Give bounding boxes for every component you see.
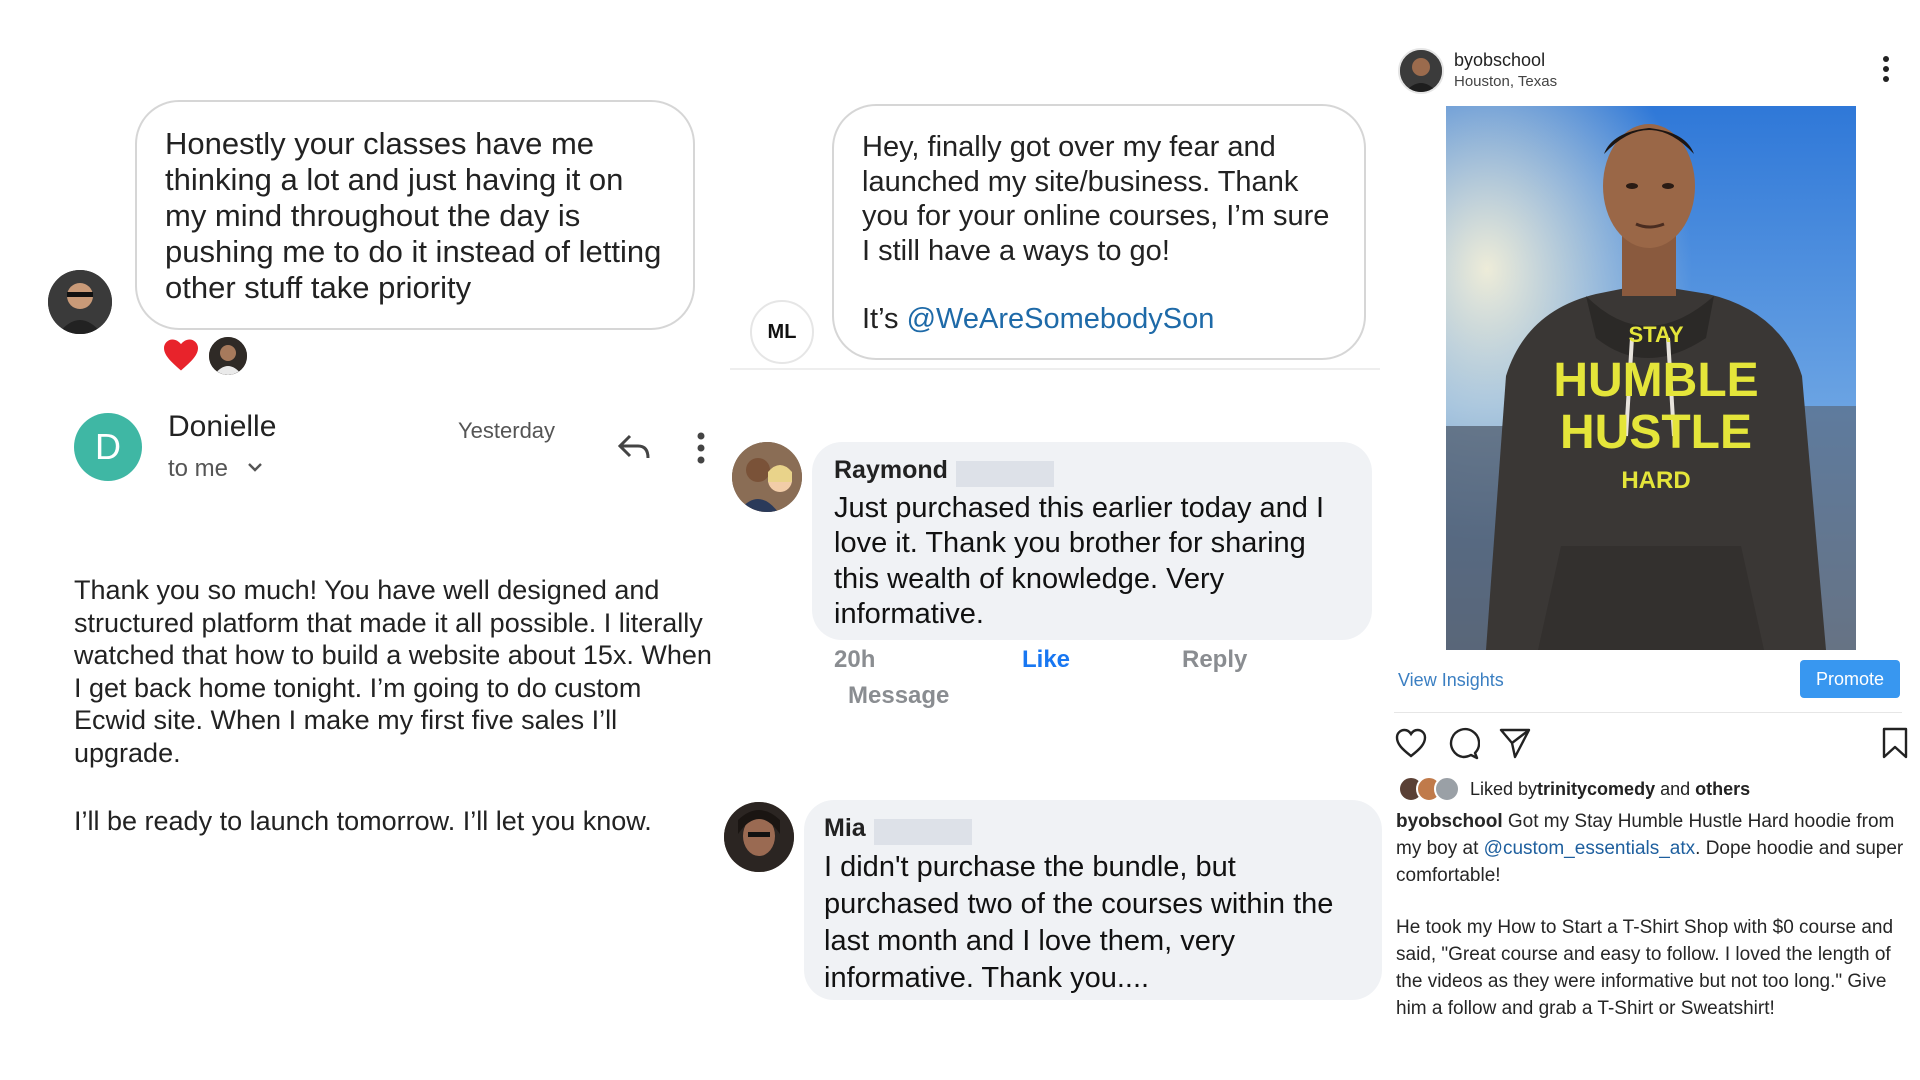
liked-and: and	[1655, 778, 1696, 799]
email-sender: Donielle	[168, 410, 277, 443]
likes-summary[interactable]: Liked by trinitycomedy and others	[1398, 776, 1750, 802]
more-vert-icon[interactable]	[696, 432, 706, 464]
liked-prefix: Liked by	[1470, 778, 1538, 799]
email-timestamp: Yesterday	[458, 418, 556, 443]
commenter-name[interactable]: Raymond	[834, 456, 948, 485]
hoodie-print-line-1: STAY	[1628, 322, 1683, 347]
hoodie-print-line-2: HUMBLE	[1553, 354, 1758, 407]
commenter-avatar[interactable]	[724, 802, 794, 872]
comment-text: Just purchased this earlier today and I …	[834, 491, 1325, 631]
reactor-avatar	[207, 335, 249, 377]
liker-avatar	[1434, 776, 1460, 802]
share-icon[interactable]	[1498, 726, 1532, 760]
chevron-down-icon[interactable]	[246, 460, 264, 474]
profile-username[interactable]: byobschool	[1454, 50, 1545, 71]
comment-bubble: Raymond Just purchased this earlier toda…	[812, 442, 1372, 640]
message-button[interactable]: Message	[848, 682, 949, 710]
post-location[interactable]: Houston, Texas	[1454, 73, 1557, 90]
more-options-icon[interactable]	[1882, 56, 1890, 82]
commenter-avatar[interactable]	[732, 442, 802, 512]
message-bubble-1: Honestly your classes have me thinking a…	[135, 100, 695, 330]
message-text: Hey, finally got over my fear and launch…	[862, 131, 1330, 267]
message-bubble-2: Hey, finally got over my fear and launch…	[832, 104, 1366, 360]
logo-text: ML	[767, 320, 797, 343]
commenter-name[interactable]: Mia	[824, 814, 866, 843]
promote-button[interactable]: Promote	[1800, 660, 1900, 698]
brand-logo: ML	[750, 300, 814, 364]
promote-label: Promote	[1815, 668, 1885, 689]
likers-avatars	[1398, 776, 1460, 802]
avatar[interactable]: D	[74, 413, 142, 481]
post-photo[interactable]: STAY HUMBLE HUSTLE HARD	[1446, 106, 1856, 650]
divider	[1394, 712, 1902, 713]
view-insights-link[interactable]: View Insights	[1398, 670, 1504, 691]
heart-icon[interactable]	[162, 338, 200, 372]
sender-avatar[interactable]	[48, 270, 112, 334]
hoodie-print-line-4: HARD	[1621, 467, 1690, 494]
caption-mention-link[interactable]: @custom_essentials_atx	[1484, 838, 1696, 859]
email-body-closing: I’ll be ready to launch tomorrow. I’ll l…	[74, 806, 652, 836]
comment-icon[interactable]	[1446, 726, 1480, 760]
site-handle-link[interactable]: @WeAreSomebodySon	[907, 303, 1215, 335]
message-site-line: It’s @WeAreSomebodySon	[862, 302, 1336, 337]
hoodie-print-line-3: HUSTLE	[1560, 406, 1752, 459]
comment-time: 20h	[834, 646, 876, 673]
redacted-surname	[873, 818, 972, 845]
divider	[730, 368, 1380, 370]
message-prefix: It’s	[862, 303, 907, 335]
comment-text: I didn't purchase the bundle, but purcha…	[824, 850, 1334, 994]
comment-bubble: Mia I didn't purchase the bundle, but pu…	[804, 800, 1382, 1000]
message-text: Honestly your classes have me thinking a…	[165, 126, 662, 305]
caption-username[interactable]: byobschool	[1396, 811, 1503, 832]
email-recipient[interactable]: to me	[168, 455, 228, 483]
liked-others[interactable]: others	[1695, 779, 1750, 800]
liked-user[interactable]: trinitycomedy	[1537, 779, 1655, 800]
heart-icon[interactable]	[1394, 726, 1428, 760]
reply-button[interactable]: Reply	[1182, 646, 1247, 674]
email-body: Thank you so much! You have well designe…	[74, 575, 712, 768]
avatar-letter: D	[95, 426, 121, 467]
post-caption: byobschool Got my Stay Humble Hustle Har…	[1396, 808, 1906, 889]
profile-avatar[interactable]	[1398, 48, 1444, 94]
bookmark-icon[interactable]	[1878, 726, 1912, 760]
post-caption-paragraph: He took my How to Start a T-Shirt Shop w…	[1396, 917, 1894, 1019]
redacted-surname	[955, 460, 1054, 487]
reply-icon[interactable]	[616, 432, 652, 462]
like-button[interactable]: Like	[1022, 646, 1070, 674]
